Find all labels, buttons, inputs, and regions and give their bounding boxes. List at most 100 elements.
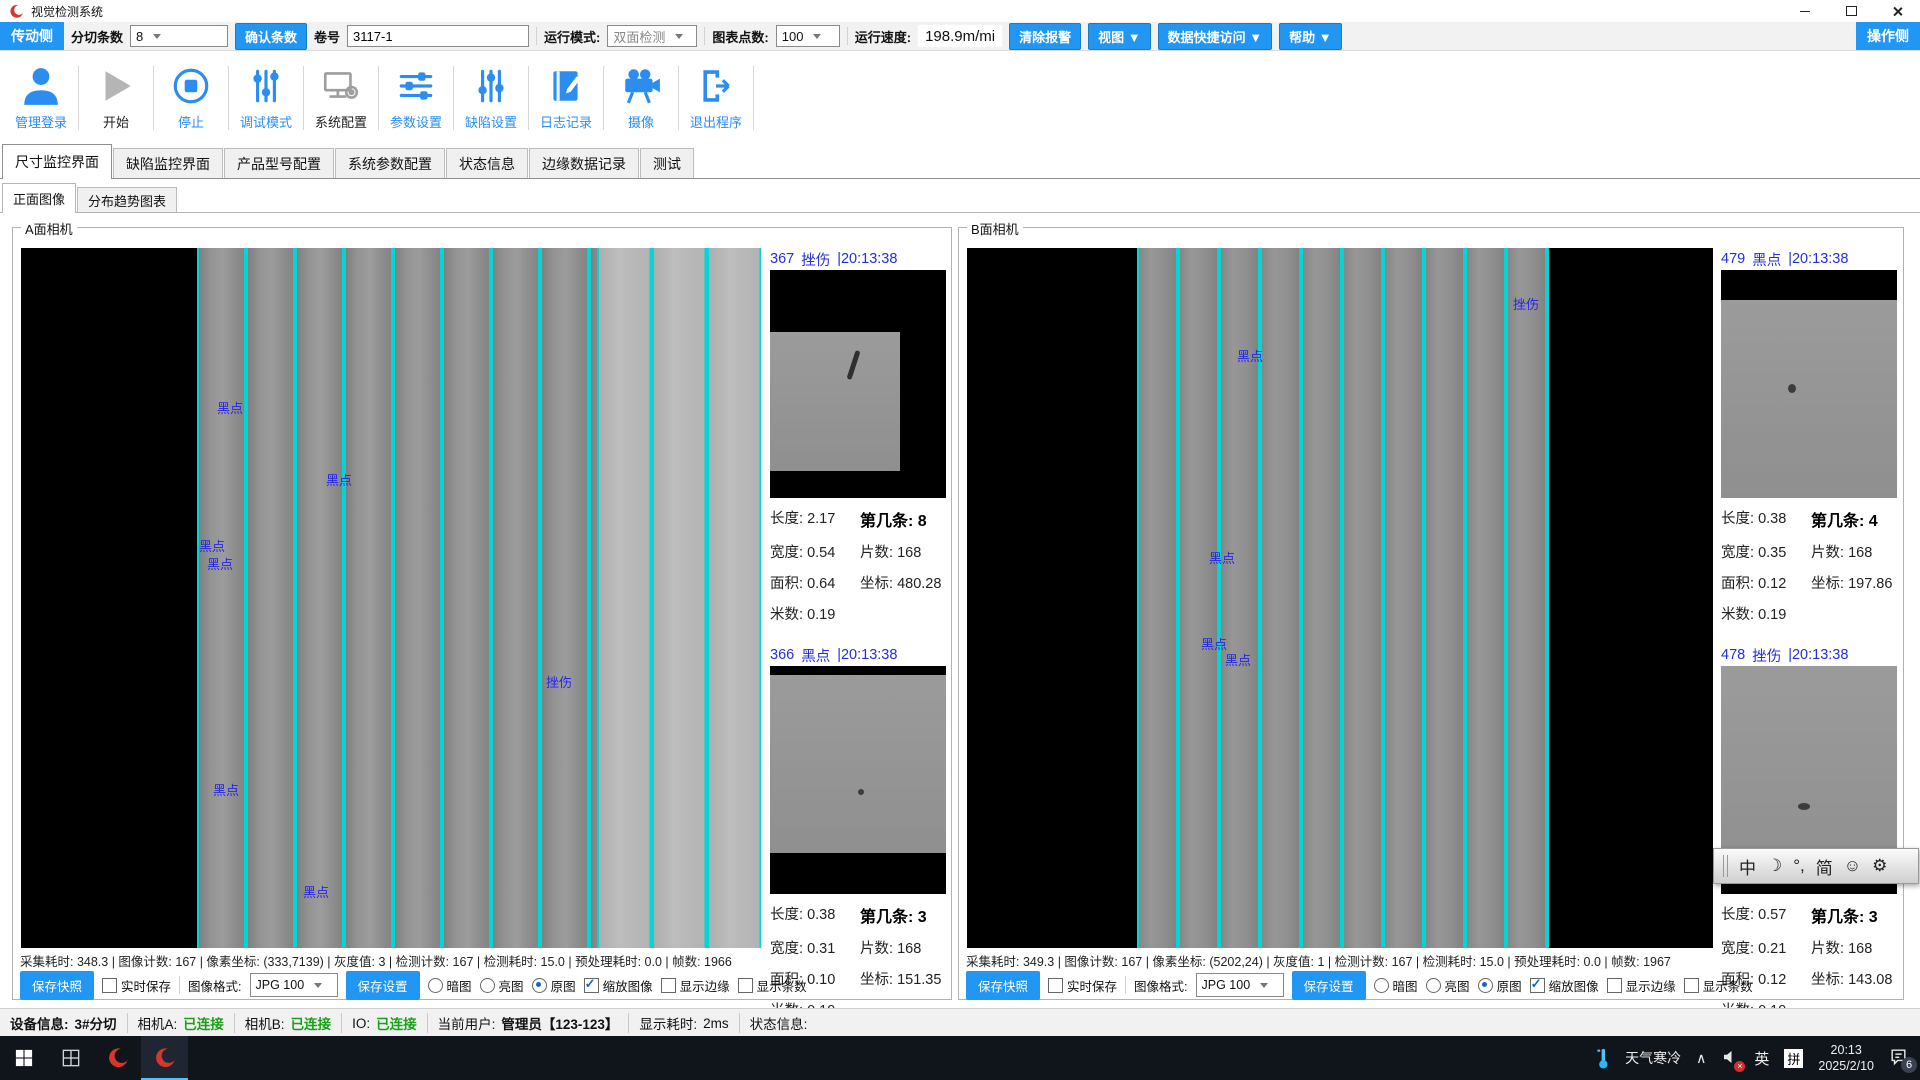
dark-image-radio[interactable]: 暗图 <box>1374 976 1418 995</box>
close-button[interactable] <box>1874 0 1920 22</box>
admin-login-button[interactable]: 管理登录 <box>4 65 78 131</box>
show-count-checkbox[interactable]: 显示条数 <box>738 976 807 995</box>
log-record-button[interactable]: 日志记录 <box>529 65 603 131</box>
ime-fullhalf-moon-icon[interactable]: ☽ <box>1767 856 1782 876</box>
camera-b-title: B面相机 <box>967 219 1023 238</box>
app-logo-icon <box>154 1047 176 1069</box>
confirm-count-button[interactable]: 确认条数 <box>235 23 307 50</box>
taskbar-app-button-active[interactable] <box>141 1036 188 1080</box>
tab-system-params-config[interactable]: 系统参数配置 <box>335 148 445 178</box>
debug-mode-button[interactable]: 调试模式 <box>229 65 303 131</box>
tab-defect-monitor[interactable]: 缺陷监控界面 <box>113 148 223 178</box>
notification-center-button[interactable]: 6 <box>1889 1047 1908 1069</box>
system-config-button[interactable]: 系统配置 <box>304 65 378 131</box>
taskbar-app-button[interactable] <box>94 1036 141 1080</box>
image-format-select[interactable]: JPG 100 <box>250 973 338 997</box>
language-indicator[interactable]: 英 <box>1754 1048 1769 1069</box>
ime-emoji-icon[interactable]: ☺ <box>1844 856 1861 876</box>
maximize-button[interactable] <box>1828 0 1874 22</box>
defect-card[interactable]: 367 挫伤 |20:13:38 长度: 2.17 第几条: 8 宽度: 0.5… <box>770 248 948 624</box>
taskbar: 天气寒冷 ∧ × 英 拼 20:13 2025/2/10 6 <box>0 1036 1920 1080</box>
exit-program-button[interactable]: 退出程序 <box>679 65 753 131</box>
capture-button[interactable]: 摄像 <box>604 65 678 131</box>
params-settings-button[interactable]: 参数设置 <box>379 65 453 131</box>
ime-punctuation-toggle[interactable]: °, <box>1793 856 1805 876</box>
ime-mode-indicator[interactable]: 拼 <box>1784 1049 1803 1068</box>
exit-icon <box>695 65 737 107</box>
subtab-distribution-trend[interactable]: 分布趋势图表 <box>77 187 177 212</box>
strip-region <box>1137 248 1549 948</box>
save-snapshot-button[interactable]: 保存快照 <box>966 971 1040 1000</box>
original-image-radio[interactable]: 原图 <box>1478 976 1522 995</box>
image-format-select[interactable]: JPG 100 <box>1196 973 1284 997</box>
bright-image-radio[interactable]: 亮图 <box>480 976 524 995</box>
weather-text[interactable]: 天气寒冷 <box>1625 1048 1681 1068</box>
data-quick-access-menu-button[interactable]: 数据快捷访问 ▼ <box>1158 23 1272 50</box>
defect-marker: 黑点 <box>1201 634 1227 653</box>
app-logo-icon <box>9 4 24 19</box>
tray-expand-caret[interactable]: ∧ <box>1696 1050 1706 1067</box>
subtab-front-image[interactable]: 正面图像 <box>2 183 76 212</box>
defect-card[interactable]: 479 黑点 |20:13:38 长度: 0.38 第几条: 4 宽度: 0.3… <box>1721 248 1899 624</box>
stop-button[interactable]: 停止 <box>154 65 228 131</box>
defect-marker: 黑点 <box>1237 346 1263 365</box>
notification-count-badge: 6 <box>1901 1057 1917 1073</box>
tab-product-model-config[interactable]: 产品型号配置 <box>224 148 334 178</box>
play-icon <box>95 65 137 107</box>
show-edge-checkbox[interactable]: 显示边缘 <box>1607 976 1676 995</box>
clock[interactable]: 20:13 2025/2/10 <box>1818 1042 1874 1075</box>
zoom-image-checkbox[interactable]: 缩放图像 <box>1530 976 1599 995</box>
view-menu-button[interactable]: 视图 ▼ <box>1088 23 1150 50</box>
show-count-checkbox[interactable]: 显示条数 <box>1684 976 1753 995</box>
ime-language-bar[interactable]: 中 ☽ °, 简 ☺ ⚙ <box>1713 848 1919 884</box>
chart-points-select[interactable]: 100 <box>776 25 840 47</box>
camera-b-conn-label: 相机B: <box>245 1013 285 1033</box>
defect-fields: 长度: 0.57 第几条: 3 宽度: 0.21 片数: 168 面积: 0.1… <box>1721 894 1899 1020</box>
start-button[interactable]: 开始 <box>79 65 153 131</box>
chevron-down-icon <box>153 34 161 39</box>
save-snapshot-button[interactable]: 保存快照 <box>20 971 94 1000</box>
ime-simplified-toggle[interactable]: 简 <box>1816 854 1833 879</box>
device-info-label: 设备信息: <box>10 1013 69 1033</box>
realtime-save-checkbox[interactable]: 实时保存 <box>1048 976 1117 995</box>
save-settings-button[interactable]: 保存设置 <box>1292 971 1366 1000</box>
help-menu-button[interactable]: 帮助 ▼ <box>1279 23 1341 50</box>
camera-b-conn-value: 已连接 <box>291 1013 332 1033</box>
zoom-image-checkbox[interactable]: 缩放图像 <box>584 976 653 995</box>
roll-number-input[interactable] <box>347 25 529 47</box>
dark-image-radio[interactable]: 暗图 <box>428 976 472 995</box>
tab-test[interactable]: 测试 <box>640 148 694 178</box>
defect-settings-button[interactable]: 缺陷设置 <box>454 65 528 131</box>
original-image-radio[interactable]: 原图 <box>532 976 576 995</box>
realtime-save-checkbox[interactable]: 实时保存 <box>102 976 171 995</box>
defect-card-header: 366 黑点 |20:13:38 <box>770 644 948 666</box>
window-title: 视觉检测系统 <box>31 3 103 20</box>
task-view-button[interactable] <box>47 1036 94 1080</box>
tab-size-monitor[interactable]: 尺寸监控界面 <box>2 144 112 178</box>
clear-alarm-button[interactable]: 清除报警 <box>1009 23 1081 50</box>
close-icon <box>1892 6 1903 17</box>
params-sliders-icon <box>395 65 437 107</box>
save-settings-button[interactable]: 保存设置 <box>346 971 420 1000</box>
defect-thumbnail <box>770 666 946 894</box>
ime-settings-gear-icon[interactable]: ⚙ <box>1872 856 1887 876</box>
drive-side-button[interactable]: 传动侧 <box>0 22 64 50</box>
show-edge-checkbox[interactable]: 显示边缘 <box>661 976 730 995</box>
defect-fields: 长度: 2.17 第几条: 8 宽度: 0.54 片数: 168 面积: 0.6… <box>770 498 948 624</box>
tab-edge-data-record[interactable]: 边缘数据记录 <box>529 148 639 178</box>
drag-handle-icon[interactable] <box>1723 855 1728 877</box>
user-icon <box>20 65 62 107</box>
volume-muted-button[interactable]: × <box>1721 1048 1739 1069</box>
ime-lang-toggle[interactable]: 中 <box>1739 854 1756 879</box>
minimize-button[interactable] <box>1782 0 1828 22</box>
start-button[interactable] <box>0 1036 47 1080</box>
defect-marker: 黑点 <box>207 554 233 573</box>
bright-image-radio[interactable]: 亮图 <box>1426 976 1470 995</box>
defect-card[interactable]: 366 黑点 |20:13:38 长度: 0.38 第几条: 3 宽度: 0.3… <box>770 644 948 1020</box>
run-mode-label: 运行模式: <box>544 27 600 46</box>
tab-status-info[interactable]: 状态信息 <box>446 148 528 178</box>
slit-count-select[interactable]: 8 <box>130 25 228 47</box>
run-mode-select[interactable]: 双面检测 <box>607 25 697 47</box>
defect-card[interactable]: 478 挫伤 |20:13:38 长度: 0.57 第几条: 3 宽度: 0.2… <box>1721 644 1899 1020</box>
operator-side-button[interactable]: 操作侧 <box>1856 22 1920 50</box>
